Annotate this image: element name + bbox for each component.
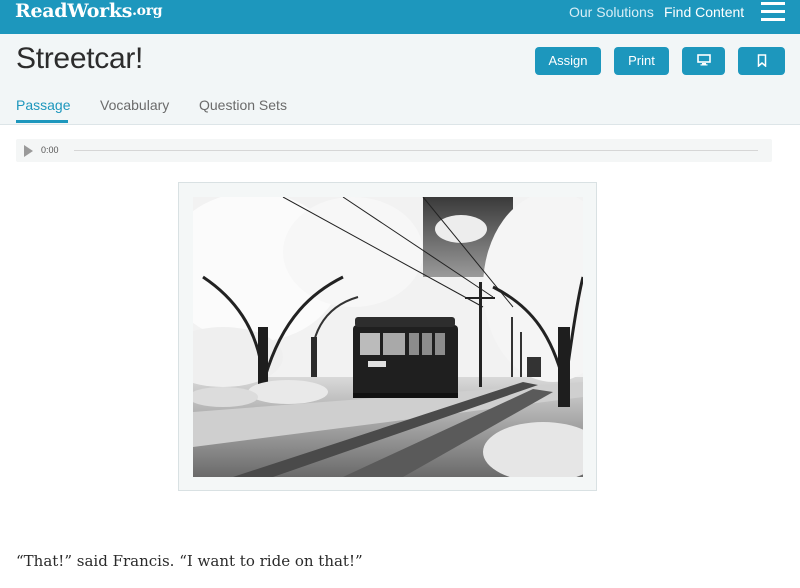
page-title: Streetcar!	[16, 42, 144, 75]
logo-suffix: .org	[132, 3, 163, 19]
audio-progress-track[interactable]	[74, 150, 758, 151]
play-icon[interactable]	[24, 145, 33, 157]
audio-time: 0:00	[41, 145, 59, 155]
monitor-icon	[696, 54, 711, 66]
logo-text: ReadWorks	[15, 0, 133, 22]
present-button[interactable]	[682, 47, 725, 75]
passage-first-line: “That!” said Francis. “I want to ride on…	[16, 552, 363, 570]
audio-player: 0:00	[16, 139, 772, 162]
page-header: Streetcar! Assign Print Passage Vocabula…	[0, 34, 800, 125]
assign-button[interactable]: Assign	[535, 47, 601, 75]
active-tab-indicator	[16, 120, 68, 123]
streetcar-photo	[193, 197, 583, 477]
readworks-logo[interactable]: ReadWorks.org	[15, 0, 163, 22]
tab-vocabulary[interactable]: Vocabulary	[100, 97, 169, 113]
tab-question-sets[interactable]: Question Sets	[199, 97, 287, 113]
print-button[interactable]: Print	[614, 47, 669, 75]
bookmark-button[interactable]	[738, 47, 785, 75]
menu-icon[interactable]	[761, 2, 785, 22]
top-navigation-bar: ReadWorks.org Our Solutions Find Content	[0, 0, 800, 34]
nav-find-content[interactable]: Find Content	[664, 4, 744, 20]
passage-image-frame	[178, 182, 597, 491]
bookmark-icon	[757, 53, 766, 68]
nav-our-solutions[interactable]: Our Solutions	[569, 4, 654, 20]
streetcar-photo-illustration	[193, 197, 583, 477]
tab-passage[interactable]: Passage	[16, 97, 70, 113]
